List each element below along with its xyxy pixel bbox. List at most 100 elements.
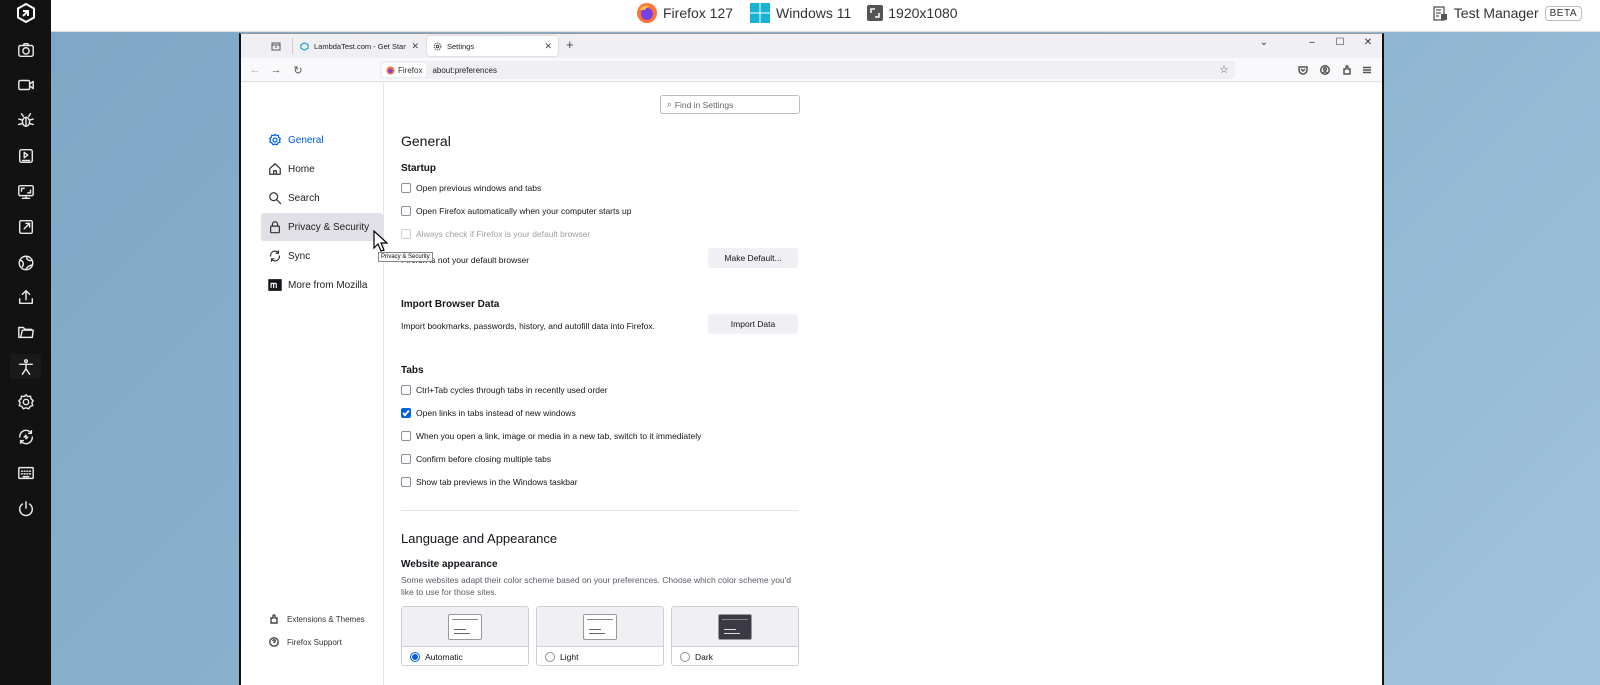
camera-icon[interactable] bbox=[13, 37, 38, 62]
tab-lambdatest[interactable]: LambdaTest.com - Get Started ✕ bbox=[294, 36, 425, 56]
checkbox-confirm-close[interactable]: Confirm before closing multiple tabs bbox=[401, 454, 551, 464]
beta-badge: BETA bbox=[1544, 5, 1582, 21]
category-more-from-mozilla[interactable]: More from Mozilla bbox=[261, 271, 383, 299]
preferences-page: General Home Search Privacy & Security S… bbox=[241, 83, 1382, 685]
checkbox-label: Open Firefox automatically when your com… bbox=[416, 206, 632, 216]
close-tab-icon[interactable]: ✕ bbox=[544, 41, 552, 52]
close-tab-icon[interactable]: ✕ bbox=[411, 41, 419, 52]
sync-icon[interactable] bbox=[13, 424, 38, 449]
list-all-tabs-button[interactable]: ⌄ bbox=[1255, 37, 1273, 48]
category-search[interactable]: Search bbox=[261, 184, 383, 212]
play-screen-icon[interactable] bbox=[13, 143, 38, 168]
make-default-button[interactable]: Make Default... bbox=[708, 248, 798, 268]
category-privacy[interactable]: Privacy & Security bbox=[261, 213, 383, 241]
account-icon[interactable] bbox=[1317, 62, 1333, 78]
checkbox-label: Always check if Firefox is your default … bbox=[416, 229, 591, 239]
checkbox-checked[interactable] bbox=[401, 408, 411, 418]
checkbox[interactable] bbox=[401, 454, 411, 464]
upload-icon[interactable] bbox=[13, 284, 38, 309]
category-label: Privacy & Security bbox=[288, 221, 370, 233]
reload-button[interactable]: ↻ bbox=[290, 62, 306, 78]
maximize-button[interactable]: ☐ bbox=[1331, 37, 1349, 48]
category-sync[interactable]: Sync bbox=[261, 242, 383, 270]
checkbox-open-links-in-tabs[interactable]: Open links in tabs instead of new window… bbox=[401, 408, 576, 418]
firefox-window: LambdaTest.com - Get Started ✕ Settings … bbox=[239, 33, 1384, 685]
app-menu-icon[interactable] bbox=[1359, 62, 1375, 78]
checkbox-label: Ctrl+Tab cycles through tabs in recently… bbox=[416, 385, 608, 395]
new-tab-button[interactable]: + bbox=[566, 38, 574, 52]
checkbox-label: Show tab previews in the Windows taskbar bbox=[416, 477, 578, 487]
forward-button[interactable]: → bbox=[268, 62, 284, 78]
appearance-light[interactable]: Light bbox=[536, 606, 664, 666]
back-button[interactable]: ← bbox=[247, 62, 263, 78]
radio[interactable] bbox=[545, 651, 555, 662]
close-window-button[interactable]: ✕ bbox=[1359, 37, 1377, 48]
appearance-label: Automatic bbox=[425, 651, 463, 662]
pocket-icon[interactable] bbox=[1295, 62, 1311, 78]
checkbox[interactable] bbox=[401, 385, 411, 395]
category-label: Sync bbox=[288, 250, 311, 262]
tab-strip: LambdaTest.com - Get Started ✕ Settings … bbox=[241, 34, 1382, 58]
appearance-label: Dark bbox=[695, 651, 713, 662]
keyboard-icon[interactable] bbox=[13, 460, 38, 485]
checkbox[interactable] bbox=[401, 206, 411, 216]
test-manager-link[interactable]: Test Manager BETA bbox=[1433, 0, 1582, 26]
minimize-button[interactable]: – bbox=[1303, 37, 1321, 48]
checkbox-label: Open links in tabs instead of new window… bbox=[416, 408, 576, 418]
import-data-button[interactable]: Import Data bbox=[708, 314, 798, 334]
tab-title: LambdaTest.com - Get Started bbox=[314, 41, 407, 51]
checkbox-switch-to-new-tab[interactable]: When you open a link, image or media in … bbox=[401, 431, 701, 441]
radio-selected[interactable] bbox=[410, 651, 420, 662]
lambdatest-sidebar bbox=[0, 0, 51, 685]
checkbox-taskbar-previews[interactable]: Show tab previews in the Windows taskbar bbox=[401, 477, 578, 487]
navigation-toolbar: ← → ↻ Firefox about:preferences ☆ bbox=[241, 58, 1382, 82]
bug-icon[interactable] bbox=[13, 107, 38, 132]
checkbox-label: Open previous windows and tabs bbox=[416, 183, 542, 193]
settings-icon[interactable] bbox=[13, 389, 38, 414]
monitor-resize-icon[interactable] bbox=[13, 179, 38, 204]
power-icon[interactable] bbox=[13, 496, 38, 521]
category-label: More from Mozilla bbox=[288, 279, 368, 291]
tab-settings[interactable]: Settings ✕ bbox=[427, 36, 558, 56]
extensions-themes-label: Extensions & Themes bbox=[287, 614, 365, 624]
firefox-view-button[interactable] bbox=[268, 38, 284, 54]
extensions-themes-link[interactable]: Extensions & Themes bbox=[269, 614, 365, 624]
checkbox-ctrl-tab[interactable]: Ctrl+Tab cycles through tabs in recently… bbox=[401, 385, 608, 395]
firefox-logo-icon bbox=[637, 3, 657, 23]
radio[interactable] bbox=[680, 651, 690, 662]
identity-box[interactable]: Firefox bbox=[382, 63, 427, 77]
open-external-icon[interactable] bbox=[13, 214, 38, 239]
category-home[interactable]: Home bbox=[261, 155, 383, 183]
tab-title: Settings bbox=[447, 41, 475, 51]
search-placeholder: Find in Settings bbox=[674, 99, 734, 110]
lambdatest-logo-icon[interactable] bbox=[0, 0, 51, 26]
appearance-automatic[interactable]: Automatic bbox=[401, 606, 529, 666]
checkbox[interactable] bbox=[401, 431, 411, 441]
checkbox-restore-session[interactable]: Open previous windows and tabs bbox=[401, 183, 541, 193]
checkbox[interactable] bbox=[401, 183, 411, 193]
search-icon: ⌕ bbox=[667, 99, 672, 109]
appearance-dark[interactable]: Dark bbox=[671, 606, 799, 666]
checkbox-label: When you open a link, image or media in … bbox=[416, 431, 702, 441]
test-manager-icon bbox=[1433, 5, 1447, 21]
url-bar[interactable]: Firefox about:preferences ☆ bbox=[380, 61, 1235, 79]
lock-icon bbox=[270, 221, 280, 234]
firefox-support-link[interactable]: Firefox Support bbox=[269, 637, 342, 647]
gear-icon bbox=[433, 42, 442, 50]
category-label: Home bbox=[288, 163, 315, 175]
gear-icon bbox=[268, 133, 282, 146]
find-in-settings-input[interactable]: ⌕ Find in Settings bbox=[660, 95, 800, 114]
category-label: Search bbox=[288, 192, 320, 204]
extensions-icon[interactable] bbox=[1339, 62, 1355, 78]
folder-icon[interactable] bbox=[13, 319, 38, 344]
accessibility-icon[interactable] bbox=[10, 354, 41, 379]
video-icon[interactable] bbox=[13, 72, 38, 97]
checkbox-label: Confirm before closing multiple tabs bbox=[416, 454, 552, 464]
checkbox[interactable] bbox=[401, 477, 411, 487]
session-info-bar: Firefox 127 Windows 11 1920x1080 Test Ma… bbox=[51, 0, 1600, 32]
screen: Firefox 127 Windows 11 1920x1080 Test Ma… bbox=[0, 0, 1600, 685]
category-general[interactable]: General bbox=[261, 126, 383, 154]
bookmark-star-icon[interactable]: ☆ bbox=[1219, 63, 1229, 76]
checkbox-auto-start[interactable]: Open Firefox automatically when your com… bbox=[401, 206, 631, 216]
globe-icon[interactable] bbox=[13, 250, 38, 275]
